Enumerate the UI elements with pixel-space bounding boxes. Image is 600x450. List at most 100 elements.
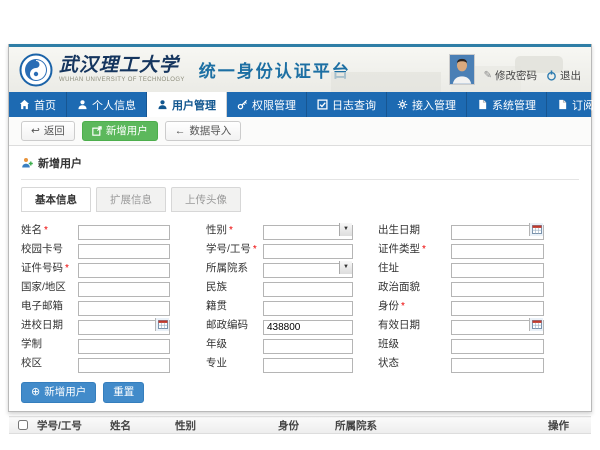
campus-card-input[interactable] xyxy=(78,244,170,259)
back-label: 返回 xyxy=(44,126,65,137)
form-row: 证件号码* 所属院系 ▼ 住址 xyxy=(21,258,579,276)
calendar-icon[interactable] xyxy=(529,318,543,331)
field-label: 出生日期 xyxy=(378,222,451,237)
id-type-input[interactable] xyxy=(451,244,544,259)
section-header: 新增用户 xyxy=(21,155,579,180)
col-student-id: 学号/工号 xyxy=(35,417,108,434)
pencil-icon: ✎ xyxy=(484,70,492,81)
field-label: 所属院系 xyxy=(206,260,263,275)
add-user-toolbar-button[interactable]: 新增用户 xyxy=(82,121,158,142)
nav-item-system-management[interactable]: 系统管理 xyxy=(467,92,547,117)
field-label: 籍贯 xyxy=(206,298,263,313)
nav-item-permission-management[interactable]: 权限管理 xyxy=(227,92,307,117)
field-label: 学号/工号* xyxy=(206,241,263,256)
field-label: 状态 xyxy=(378,355,451,370)
col-name: 姓名 xyxy=(108,417,173,434)
campus-input[interactable] xyxy=(78,358,170,373)
page-icon xyxy=(557,99,568,110)
field-label: 政治面貌 xyxy=(378,279,451,294)
tab-upload-avatar[interactable]: 上传头像 xyxy=(171,187,241,212)
main-nav: 首页 个人信息 用户管理 权限管理 日志查询 接入管理 系统管理 订阅管理 xyxy=(9,92,591,117)
key-icon xyxy=(237,99,248,110)
nav-item-subscription-management[interactable]: 订阅管理 xyxy=(547,92,600,117)
nav-item-personal-info[interactable]: 个人信息 xyxy=(67,92,147,117)
skyline-decoration xyxy=(331,72,441,92)
major-input[interactable] xyxy=(263,358,353,373)
logout-link[interactable]: 退出 xyxy=(546,68,581,85)
nav-label: 个人信息 xyxy=(92,97,136,113)
university-logo-icon xyxy=(19,53,53,87)
ethnicity-input[interactable] xyxy=(263,282,353,297)
identity-input[interactable] xyxy=(451,301,544,316)
field-label: 住址 xyxy=(378,260,451,275)
reset-button[interactable]: 重置 xyxy=(103,382,144,403)
calendar-icon[interactable] xyxy=(529,223,543,236)
col-gender: 性别 xyxy=(173,417,276,434)
user-add-icon xyxy=(21,157,33,169)
table-header-row: 学号/工号 姓名 性别 身份 所属院系 操作 xyxy=(9,417,591,434)
col-actions: 操作 xyxy=(546,417,591,434)
nav-item-access-management[interactable]: 接入管理 xyxy=(387,92,467,117)
chevron-down-icon[interactable]: ▼ xyxy=(339,223,352,236)
status-input[interactable] xyxy=(451,358,544,373)
field-label: 专业 xyxy=(206,355,263,370)
field-label: 校园卡号 xyxy=(21,241,78,256)
form-row: 校区 专业 状态 xyxy=(21,353,579,371)
power-icon xyxy=(546,70,557,81)
left-arrow-icon: ← xyxy=(175,126,186,137)
data-import-button[interactable]: ← 数据导入 xyxy=(165,121,242,142)
change-password-link[interactable]: ✎ 修改密码 xyxy=(484,68,537,85)
schooling-length-input[interactable] xyxy=(78,339,170,354)
country-input[interactable] xyxy=(78,282,170,297)
university-name-block: 武汉理工大学 WUHAN UNIVERSITY OF TECHNOLOGY xyxy=(59,56,185,83)
tab-bar: 基本信息 扩展信息 上传头像 xyxy=(21,187,579,212)
content-area: 新增用户 基本信息 扩展信息 上传头像 姓名* 性别* ▼ 出生日期 校园卡号 xyxy=(9,146,591,447)
field-label: 班级 xyxy=(378,336,451,351)
section-title: 新增用户 xyxy=(38,155,82,171)
user-table: 学号/工号 姓名 性别 身份 所属院系 操作 xyxy=(9,416,591,447)
field-label: 证件类型* xyxy=(378,241,451,256)
postal-code-input[interactable] xyxy=(263,320,353,335)
field-label: 有效日期 xyxy=(378,317,451,332)
field-label: 校区 xyxy=(21,355,78,370)
add-user-submit-button[interactable]: ⊕ 新增用户 xyxy=(21,382,96,403)
submit-label: 新增用户 xyxy=(44,387,86,398)
export-arrow-icon xyxy=(92,126,102,136)
political-status-input[interactable] xyxy=(451,282,544,297)
data-import-label: 数据导入 xyxy=(189,126,231,137)
name-input[interactable] xyxy=(78,225,170,240)
form-row: 学制 年级 班级 xyxy=(21,334,579,352)
field-label: 进校日期 xyxy=(21,317,78,332)
native-place-input[interactable] xyxy=(263,301,353,316)
email-input[interactable] xyxy=(78,301,170,316)
add-user-label: 新增用户 xyxy=(106,126,148,137)
class-input[interactable] xyxy=(451,339,544,354)
select-all-checkbox[interactable] xyxy=(18,420,28,430)
address-input[interactable] xyxy=(451,263,544,278)
tab-basic-info[interactable]: 基本信息 xyxy=(21,187,91,212)
id-number-input[interactable] xyxy=(78,263,170,278)
calendar-icon[interactable] xyxy=(155,318,169,331)
empty-table-row xyxy=(9,434,591,447)
nav-label: 订阅管理 xyxy=(572,97,600,113)
grade-input[interactable] xyxy=(263,339,353,354)
field-label: 证件号码* xyxy=(21,260,78,275)
field-label: 电子邮箱 xyxy=(21,298,78,313)
chevron-down-icon[interactable]: ▼ xyxy=(339,261,352,274)
avatar[interactable] xyxy=(449,54,475,85)
toolbar: ↩ 返回 新增用户 ← 数据导入 xyxy=(9,117,591,146)
nav-item-log-query[interactable]: 日志查询 xyxy=(307,92,387,117)
nav-label: 首页 xyxy=(34,97,56,113)
nav-item-home[interactable]: 首页 xyxy=(9,92,67,117)
nav-label: 用户管理 xyxy=(172,97,216,113)
student-id-input[interactable] xyxy=(263,244,353,259)
nav-label: 日志查询 xyxy=(332,97,376,113)
nav-item-user-management[interactable]: 用户管理 xyxy=(147,92,227,117)
header: 武汉理工大学 WUHAN UNIVERSITY OF TECHNOLOGY 统一… xyxy=(9,47,591,92)
col-identity: 身份 xyxy=(276,417,333,434)
new-user-form: 姓名* 性别* ▼ 出生日期 校园卡号 学号/工号* 证件类型* xyxy=(21,220,579,371)
platform-title: 统一身份认证平台 xyxy=(199,57,351,82)
tab-extended-info[interactable]: 扩展信息 xyxy=(96,187,166,212)
nav-label: 系统管理 xyxy=(492,97,536,113)
back-button[interactable]: ↩ 返回 xyxy=(21,121,75,142)
